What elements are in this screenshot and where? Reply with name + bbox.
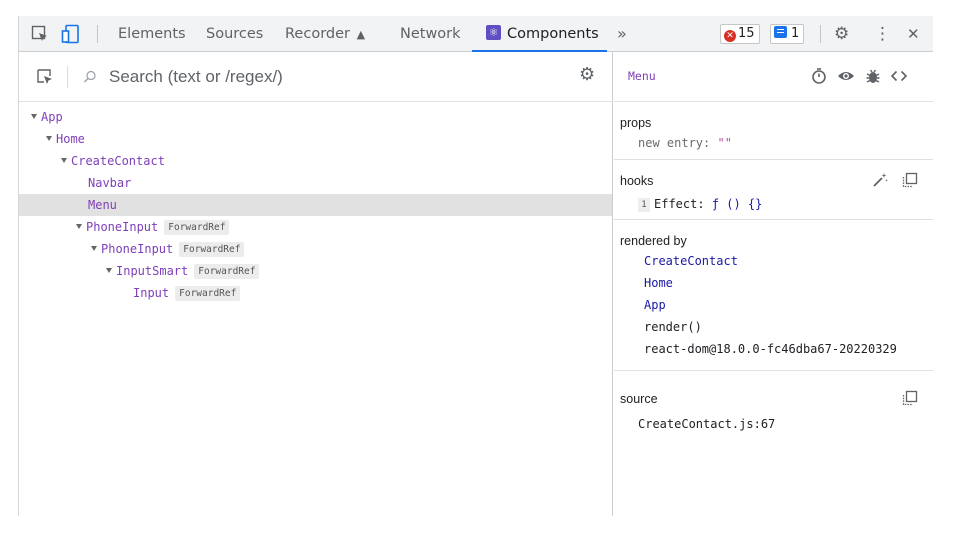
tab-elements[interactable]: Elements: [118, 16, 186, 52]
tree-item-phoneinput[interactable]: PhoneInput ForwardRef: [19, 216, 612, 238]
tree-item-label: App: [41, 110, 63, 124]
close-icon[interactable]: ✕: [907, 16, 920, 52]
expand-caret-icon[interactable]: [31, 114, 37, 119]
rendered-by-render: render(): [644, 320, 702, 334]
hoc-badge: ForwardRef: [194, 264, 260, 279]
rendered-by-react-dom: react-dom@18.0.0-fc46dba67-20220329: [644, 342, 897, 356]
hook-effect-row[interactable]: 1 Effect: ƒ () {}: [638, 197, 762, 212]
tree-item-navbar[interactable]: Navbar: [19, 172, 612, 194]
expand-caret-icon[interactable]: [76, 224, 82, 229]
bug-icon[interactable]: [864, 67, 882, 85]
toolbar-separator: [97, 25, 98, 43]
inspector-header: Menu: [614, 52, 933, 102]
expand-caret-icon[interactable]: [61, 158, 67, 163]
inspector-pane: Menu props new entry: "" hooks 1 Effect:…: [614, 52, 933, 516]
message-count: 1: [791, 26, 800, 41]
select-element-icon[interactable]: [35, 67, 55, 87]
rendered-by-app[interactable]: App: [644, 298, 666, 312]
inspect-element-icon[interactable]: [30, 24, 50, 44]
tree-item-home[interactable]: Home: [19, 128, 612, 150]
react-logo-icon: [486, 15, 501, 51]
rendered-by-home[interactable]: Home: [644, 276, 673, 290]
tab-components[interactable]: Components: [472, 15, 607, 52]
prop-key: new entry:: [638, 136, 711, 150]
prop-value: "": [717, 136, 732, 150]
source-section: source CreateContact.js:67: [614, 372, 933, 432]
error-count: 15: [738, 26, 755, 41]
tree-settings-gear-icon[interactable]: ⚙: [579, 64, 595, 85]
hoc-badge: ForwardRef: [179, 242, 245, 257]
source-title: source: [620, 392, 658, 406]
error-count-badge[interactable]: ✕ 15: [720, 24, 760, 44]
props-section: props new entry: "": [614, 102, 933, 160]
search-input[interactable]: [109, 65, 569, 89]
eye-icon[interactable]: [837, 67, 855, 85]
error-icon: ✕: [724, 30, 736, 42]
hook-index: 1: [638, 198, 650, 212]
tree-item-label: PhoneInput: [101, 242, 174, 256]
devtools-window: Elements Sources Recorder ▲ Network Comp…: [18, 15, 933, 516]
tree-item-label: Input: [133, 286, 170, 300]
tree-item-phoneinput-inner[interactable]: PhoneInput ForwardRef: [19, 238, 612, 260]
tree-item-menu[interactable]: Menu: [19, 194, 612, 216]
settings-gear-icon[interactable]: ⚙: [834, 16, 849, 52]
hooks-section: hooks 1 Effect: ƒ () {}: [614, 160, 933, 220]
search-bar: ⚙: [19, 52, 613, 102]
props-title: props: [620, 116, 652, 130]
rendered-by-section: rendered by CreateContact Home App rende…: [614, 220, 933, 371]
kebab-menu-icon[interactable]: ⋮: [874, 16, 891, 52]
search-separator: [67, 66, 68, 88]
hook-name: Effect:: [654, 197, 705, 211]
copy-icon[interactable]: [902, 172, 918, 188]
tree-item-createcontact[interactable]: CreateContact: [19, 150, 612, 172]
tab-network[interactable]: Network: [400, 16, 461, 52]
expand-caret-icon[interactable]: [46, 136, 52, 141]
view-source-icon[interactable]: [890, 67, 908, 85]
hoc-badge: ForwardRef: [164, 220, 230, 235]
magic-wand-icon[interactable]: [872, 172, 888, 188]
copy-source-icon[interactable]: [902, 390, 918, 406]
message-count-badge[interactable]: 1: [770, 24, 805, 44]
source-file-link[interactable]: CreateContact.js:67: [638, 417, 775, 431]
tab-recorder-label: Recorder: [285, 26, 350, 42]
rendered-by-title: rendered by: [620, 234, 687, 248]
tree-item-label: Menu: [88, 198, 117, 212]
tree-item-label: InputSmart: [116, 264, 189, 278]
hooks-title: hooks: [620, 174, 654, 188]
devtools-toolbar: Elements Sources Recorder ▲ Network Comp…: [19, 15, 933, 52]
tree-item-label: Home: [56, 132, 85, 146]
tab-recorder[interactable]: Recorder ▲: [285, 16, 365, 52]
expand-caret-icon[interactable]: [91, 246, 97, 251]
message-icon: [774, 26, 787, 38]
component-tree-pane: ⚙ App Home CreateContact Navbar Menu Pho…: [19, 52, 613, 516]
tree-item-label: PhoneInput: [86, 220, 159, 234]
more-tabs-button[interactable]: »: [617, 16, 627, 52]
search-icon: [84, 70, 96, 83]
prop-new-entry[interactable]: new entry: "": [638, 136, 732, 150]
toolbar-separator: [820, 25, 821, 43]
tab-sources[interactable]: Sources: [206, 16, 263, 52]
tree-item-label: Navbar: [88, 176, 132, 190]
tree-item-app[interactable]: App: [19, 106, 612, 128]
tree-item-label: CreateContact: [71, 154, 165, 168]
expand-caret-icon[interactable]: [106, 268, 112, 273]
selected-component-title: Menu: [628, 69, 656, 83]
tree-item-inputsmart[interactable]: InputSmart ForwardRef: [19, 260, 612, 282]
tree-item-input[interactable]: Input ForwardRef: [19, 282, 612, 304]
tab-components-label: Components: [507, 26, 599, 42]
device-toolbar-icon[interactable]: [61, 24, 81, 44]
rendered-by-createcontact[interactable]: CreateContact: [644, 254, 738, 268]
flask-icon: ▲: [356, 28, 366, 41]
hook-value: ƒ () {}: [711, 197, 763, 211]
stopwatch-icon[interactable]: [810, 67, 828, 85]
hoc-badge: ForwardRef: [175, 286, 241, 301]
